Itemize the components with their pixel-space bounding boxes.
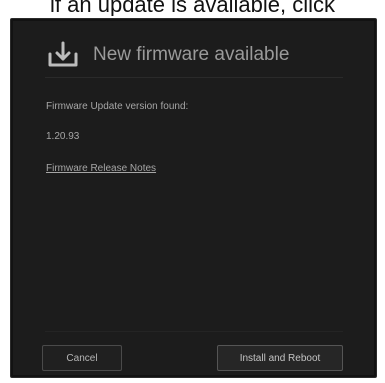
download-icon xyxy=(46,41,80,71)
footer-separator xyxy=(45,331,343,332)
dialog-header: New firmware available xyxy=(11,19,376,91)
firmware-update-dialog: New firmware available Firmware Update v… xyxy=(10,18,377,378)
dialog-title: New firmware available xyxy=(93,44,290,65)
header-divider xyxy=(45,77,343,78)
install-and-reboot-button[interactable]: Install and Reboot xyxy=(217,345,343,371)
firmware-version: 1.20.93 xyxy=(46,131,80,142)
cancel-button[interactable]: Cancel xyxy=(42,345,122,371)
release-notes-link[interactable]: Firmware Release Notes xyxy=(46,163,156,175)
background-text-line: if an update is available, click xyxy=(50,0,335,16)
firmware-found-label: Firmware Update version found: xyxy=(46,101,189,112)
download-icon-svg xyxy=(48,41,78,67)
